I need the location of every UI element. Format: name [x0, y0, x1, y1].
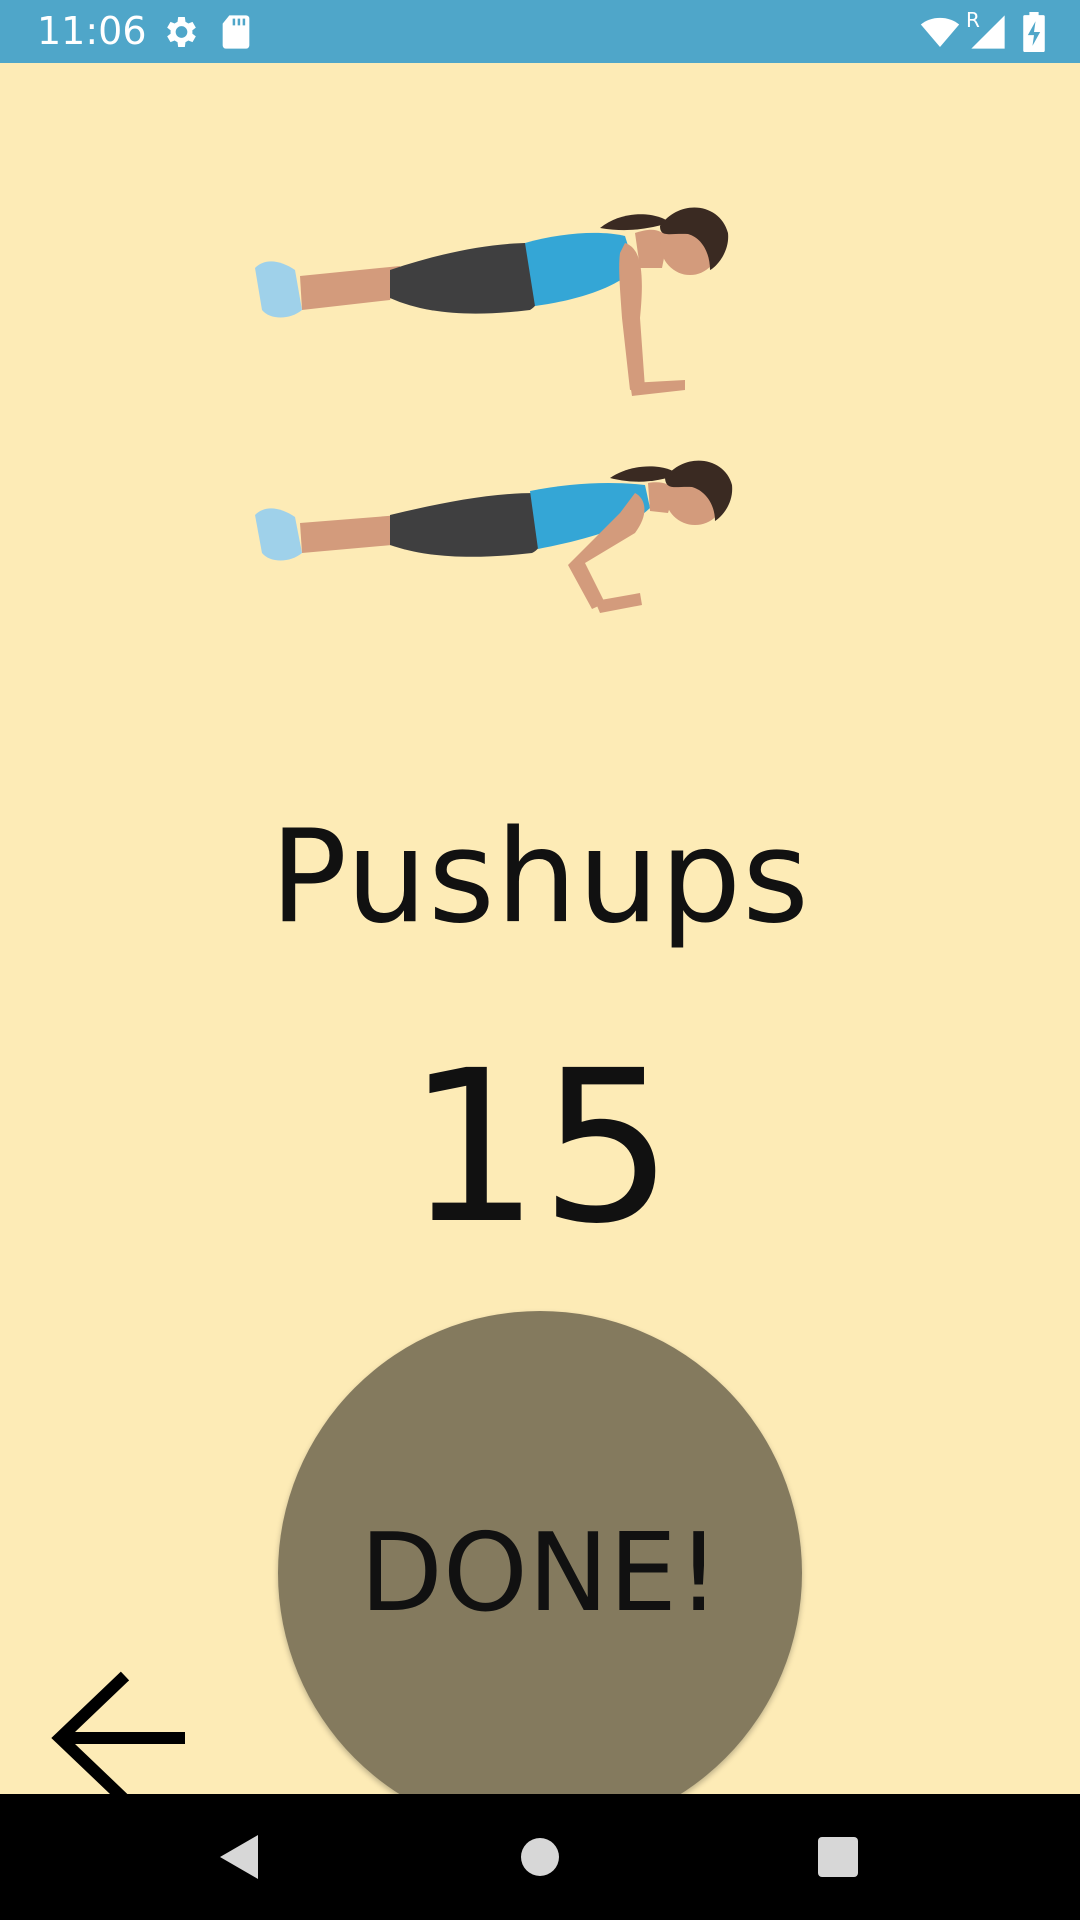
status-time: 11:06: [37, 9, 147, 53]
pushup-illustration: [255, 207, 733, 613]
navigation-bar: [0, 1794, 1080, 1920]
wifi-icon: [920, 17, 960, 47]
back-triangle-icon[interactable]: [208, 1827, 268, 1887]
battery-charging-icon: [1023, 12, 1045, 52]
home-circle-icon[interactable]: [510, 1827, 570, 1887]
lowered-figure: [255, 460, 733, 613]
status-bar: 11:06 R: [0, 0, 1080, 63]
rep-count: 15: [406, 1025, 674, 1270]
recents-square-icon[interactable]: [808, 1827, 868, 1887]
arrow-left-icon[interactable]: [50, 1668, 190, 1808]
done-button-label: DONE!: [359, 1510, 721, 1636]
done-button[interactable]: DONE!: [278, 1311, 802, 1835]
workout-screen: Pushups 15 DONE!: [0, 63, 1080, 1835]
signal-icon: [971, 15, 1005, 49]
plank-figure: [255, 207, 729, 396]
exercise-name: Pushups: [270, 803, 810, 952]
gear-icon: [167, 17, 196, 47]
sd-card-icon: [222, 15, 250, 49]
